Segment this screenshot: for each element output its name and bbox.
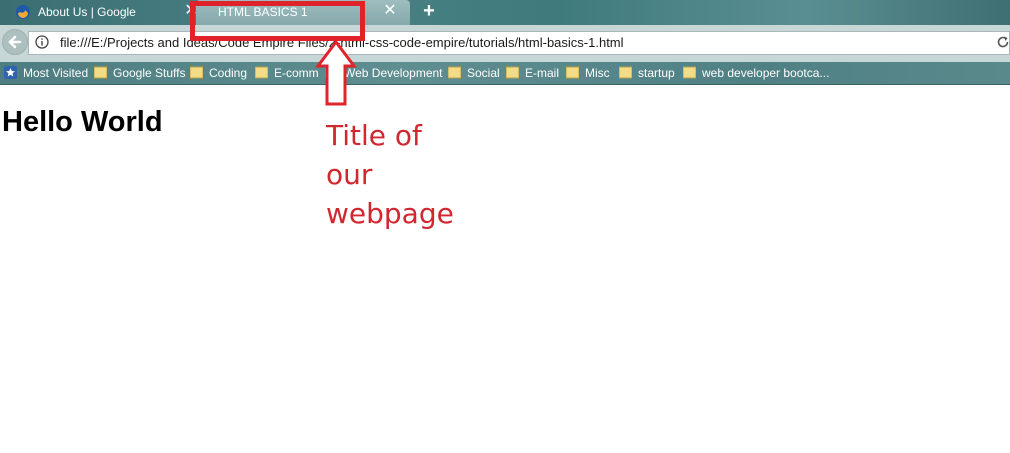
annotation-arrow-icon	[315, 39, 357, 106]
folder-icon	[190, 66, 203, 79]
folder-icon	[683, 66, 696, 79]
folder-icon	[448, 66, 461, 79]
annotation-highlight-box	[190, 1, 365, 41]
tab-title: About Us | Google	[38, 5, 136, 19]
bookmark-label: web developer bootca...	[702, 66, 830, 80]
folder-icon	[619, 66, 632, 79]
annotation-line: webpage	[326, 197, 454, 230]
folder-icon	[255, 66, 268, 79]
folder-icon	[566, 66, 579, 79]
annotation-line: Title of	[326, 119, 422, 152]
bookmark-label: E-mail	[525, 66, 560, 80]
bookmark-label: Misc	[585, 66, 610, 80]
bookmark-label: startup	[638, 66, 675, 80]
tab-close-icon[interactable]: ✕	[382, 1, 398, 21]
navigation-bar: file:///E:/Projects and Ideas/Code Empir…	[0, 25, 1010, 62]
folder-icon	[94, 66, 107, 79]
new-tab-button[interactable]: +	[418, 0, 440, 22]
tab-strip: About Us | Google ✕ HTML BASICS 1 ✕ +	[0, 0, 1010, 25]
bookmark-star-icon	[4, 66, 17, 79]
bookmark-label: Google Stuffs	[113, 66, 186, 80]
back-arrow-icon	[8, 35, 22, 49]
back-button[interactable]	[2, 29, 28, 55]
folder-icon	[506, 66, 519, 79]
reload-icon[interactable]	[996, 35, 1010, 49]
bookmark-label: E-comm	[274, 66, 319, 80]
address-bar[interactable]: file:///E:/Projects and Ideas/Code Empir…	[28, 31, 1010, 55]
info-icon[interactable]	[35, 35, 49, 49]
bookmark-label: Coding	[209, 66, 248, 80]
bookmark-label: Social	[467, 66, 500, 80]
page-heading: Hello World	[2, 106, 163, 138]
firefox-icon	[16, 5, 30, 19]
annotation-line: our	[326, 158, 373, 191]
tab-about-us-google[interactable]: About Us | Google ✕	[0, 0, 198, 25]
bookmark-label: Most Visited	[23, 66, 89, 80]
bookmarks-toolbar: Most Visited Google Stuffs Coding E-comm…	[0, 62, 1010, 85]
annotation-text: Title of our webpage	[326, 116, 526, 233]
